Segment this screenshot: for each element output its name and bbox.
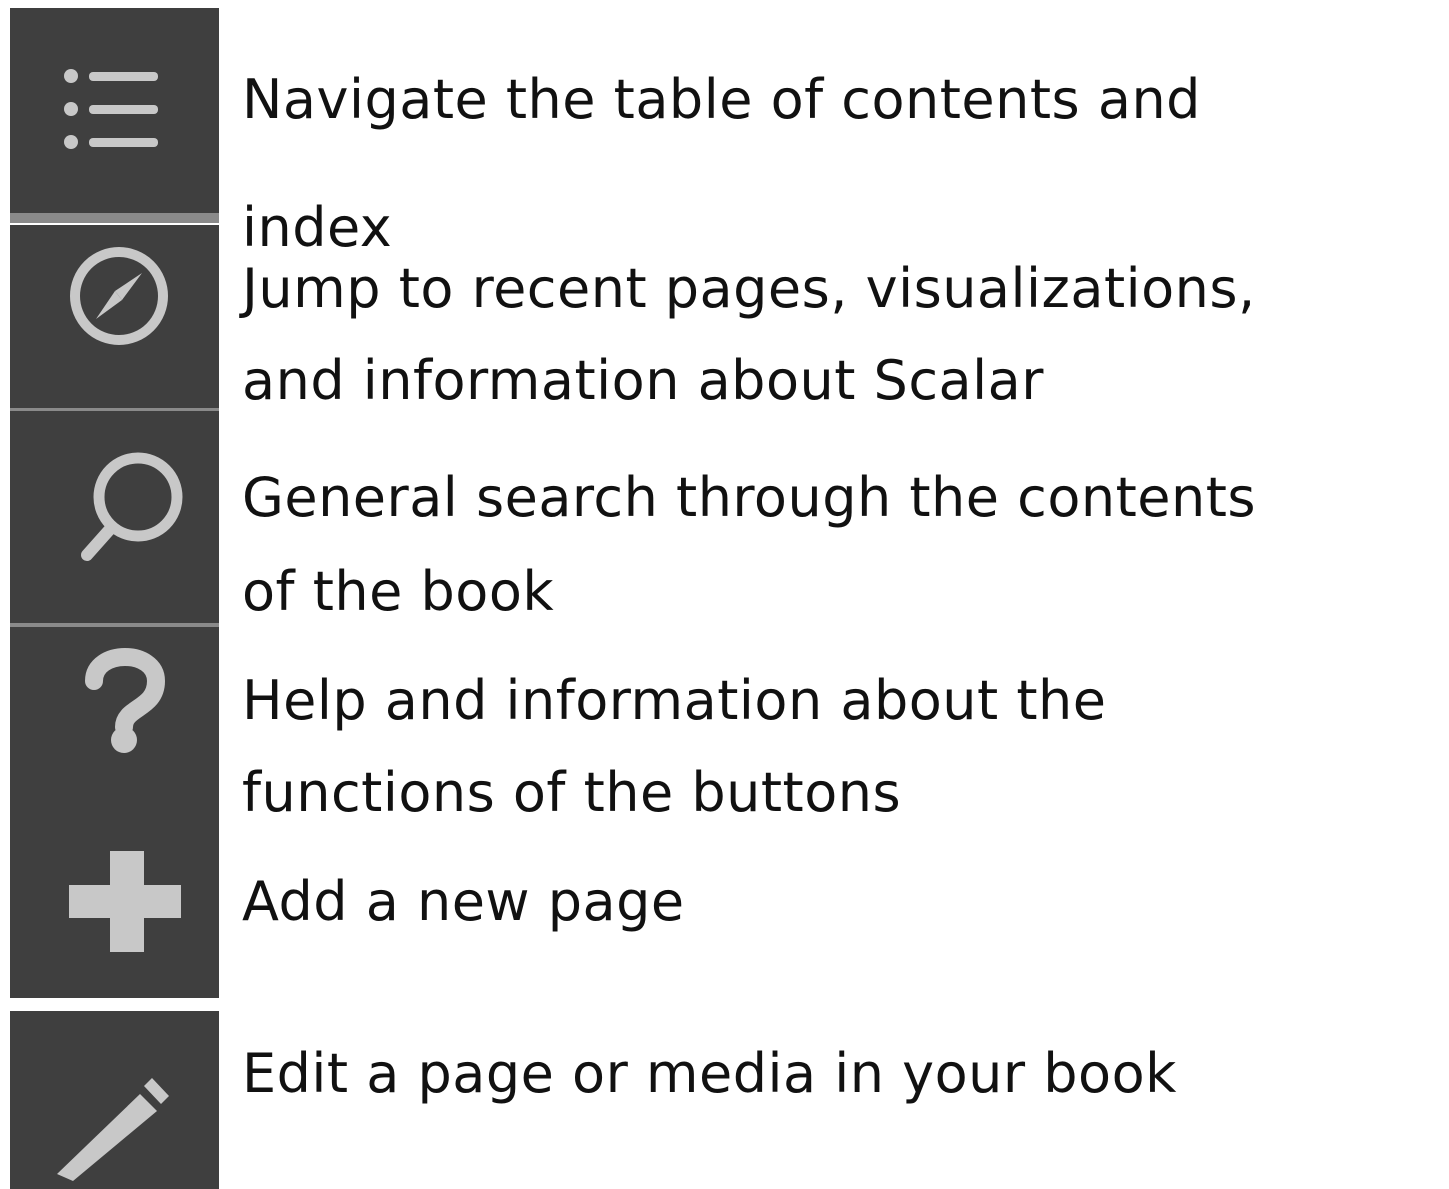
recent-description: Jump to recent pages, visualizations, an… (242, 243, 1442, 427)
plus-icon (69, 851, 181, 952)
description-line: General search through the contents (242, 466, 1257, 529)
list-icon (64, 69, 158, 149)
search-icon (81, 452, 183, 561)
recent-button[interactable] (10, 225, 219, 408)
search-description: General search through the contents of t… (242, 451, 1442, 639)
description-line: functions of the buttons (242, 761, 902, 824)
add-page-description: Add a new page (242, 856, 1442, 948)
edit-description: Edit a page or media in your book (242, 1028, 1442, 1120)
description-line: Edit a page or media in your book (242, 1042, 1177, 1105)
divider (10, 213, 219, 223)
help-button[interactable] (10, 627, 219, 797)
description-line: Add a new page (242, 870, 685, 933)
help-description: Help and information about the functions… (242, 655, 1442, 839)
help-icon (85, 648, 166, 753)
pencil-icon (57, 1078, 169, 1181)
description-line: and information about Scalar (242, 349, 1044, 412)
description-line: Navigate the table of contents and (242, 68, 1201, 131)
description-line: Jump to recent pages, visualizations, (242, 257, 1256, 320)
description-line: of the book (242, 560, 555, 623)
compass-icon (70, 247, 168, 345)
edit-button[interactable] (10, 1011, 219, 1189)
add-page-button[interactable] (10, 797, 219, 998)
toc-button[interactable] (10, 8, 219, 213)
search-button[interactable] (10, 411, 219, 623)
description-line: Help and information about the (242, 669, 1107, 732)
